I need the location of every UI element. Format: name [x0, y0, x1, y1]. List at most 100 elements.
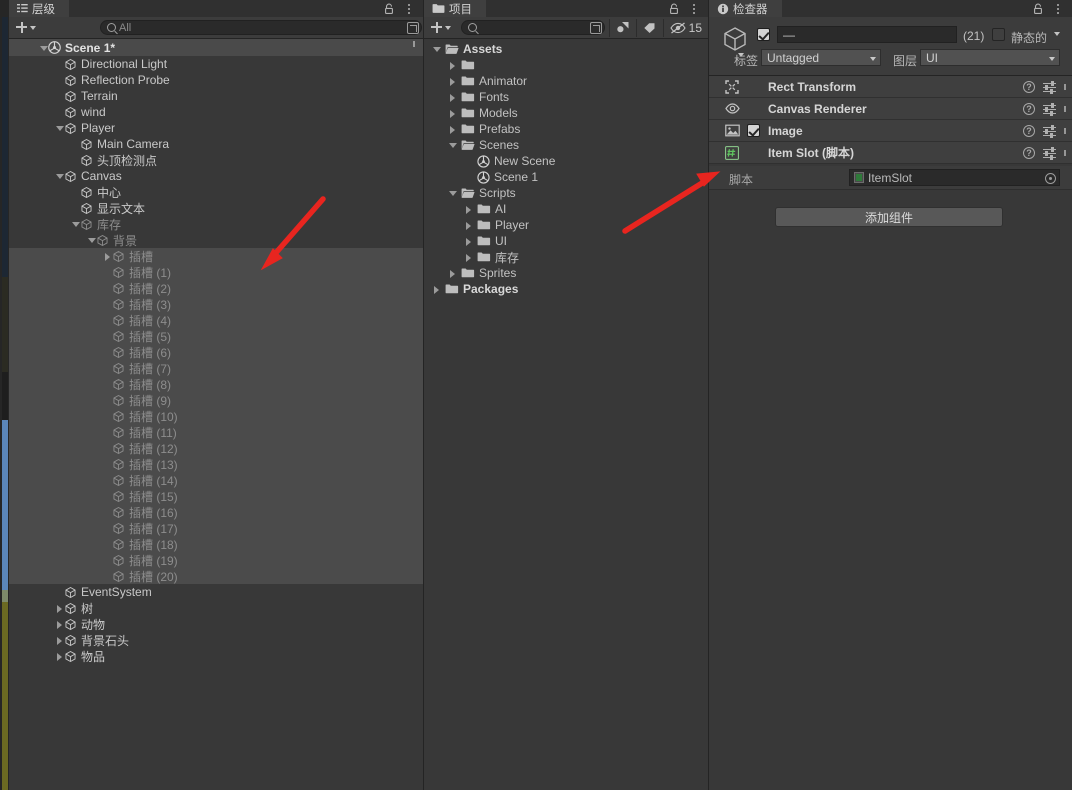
project-row[interactable]: AI	[424, 201, 708, 217]
hierarchy-row[interactable]: 插槽 (8)	[9, 376, 423, 392]
search-popout-icon[interactable]	[590, 22, 603, 34]
twisty-closed-icon[interactable]	[448, 57, 457, 73]
lock-icon[interactable]	[668, 3, 680, 15]
twisty-open-icon[interactable]	[55, 168, 64, 184]
hierarchy-row[interactable]: 插槽	[9, 248, 423, 264]
scene-view-sliver[interactable]	[0, 0, 9, 790]
add-component-button[interactable]: 添加组件	[775, 207, 1003, 227]
twisty-open-icon[interactable]	[87, 232, 96, 248]
help-icon[interactable]: ?	[1023, 80, 1035, 93]
twisty-closed-icon[interactable]	[448, 105, 457, 121]
object-picker-icon[interactable]	[1045, 173, 1056, 184]
hidden-assets-toggle[interactable]: 15	[664, 19, 708, 37]
project-row[interactable]: UI	[424, 233, 708, 249]
twisty-closed-icon[interactable]	[432, 281, 441, 297]
preset-icon[interactable]	[1043, 102, 1056, 116]
tab-hierarchy[interactable]: 层级	[9, 0, 69, 17]
hierarchy-row[interactable]: 插槽 (9)	[9, 392, 423, 408]
project-row[interactable]: Scene 1	[424, 169, 708, 185]
project-row[interactable]: Models	[424, 105, 708, 121]
project-options-icon[interactable]	[689, 2, 699, 15]
project-search-input[interactable]	[461, 20, 606, 35]
component-enabled-checkbox[interactable]	[747, 124, 760, 137]
twisty-open-icon[interactable]	[71, 216, 80, 232]
layer-dropdown[interactable]: UI	[920, 49, 1060, 66]
hierarchy-row[interactable]: 插槽 (2)	[9, 280, 423, 296]
twisty-closed-icon[interactable]	[103, 248, 112, 264]
hierarchy-row[interactable]: 显示文本	[9, 200, 423, 216]
twisty-open-icon[interactable]	[448, 137, 457, 153]
project-row[interactable]: Prefabs	[424, 121, 708, 137]
hierarchy-row[interactable]: 插槽 (3)	[9, 296, 423, 312]
project-row[interactable]: 库存	[424, 249, 708, 265]
hierarchy-row[interactable]: Canvas	[9, 168, 423, 184]
hierarchy-row[interactable]: 库存	[9, 216, 423, 232]
twisty-closed-icon[interactable]	[55, 648, 64, 664]
twisty-open-icon[interactable]	[55, 120, 64, 136]
component-options-icon[interactable]	[1064, 127, 1066, 134]
component-header-row[interactable]: Rect Transform?	[709, 76, 1072, 98]
create-asset-button[interactable]	[424, 19, 457, 37]
component-options-icon[interactable]	[1064, 149, 1066, 156]
twisty-closed-icon[interactable]	[464, 233, 473, 249]
project-row[interactable]: Sprites	[424, 265, 708, 281]
hierarchy-row[interactable]: 插槽 (6)	[9, 344, 423, 360]
inspector-options-icon[interactable]	[1053, 2, 1063, 15]
hierarchy-row[interactable]: 插槽 (18)	[9, 536, 423, 552]
hierarchy-row[interactable]: Directional Light	[9, 56, 423, 72]
hierarchy-row[interactable]: Reflection Probe	[9, 72, 423, 88]
twisty-closed-icon[interactable]	[448, 265, 457, 281]
project-row[interactable]: Scenes	[424, 137, 708, 153]
hierarchy-row[interactable]: 插槽 (4)	[9, 312, 423, 328]
hierarchy-row[interactable]: 插槽 (14)	[9, 472, 423, 488]
hierarchy-row[interactable]: 插槽 (11)	[9, 424, 423, 440]
hierarchy-scene-row[interactable]: Scene 1*	[9, 39, 423, 56]
component-options-icon[interactable]	[1064, 83, 1066, 90]
hierarchy-row[interactable]: 插槽 (13)	[9, 456, 423, 472]
twisty-closed-icon[interactable]	[448, 89, 457, 105]
hierarchy-row[interactable]: 背景	[9, 232, 423, 248]
hierarchy-row[interactable]: 插槽 (17)	[9, 520, 423, 536]
hierarchy-row[interactable]: 插槽 (19)	[9, 552, 423, 568]
twisty-closed-icon[interactable]	[55, 632, 64, 648]
tab-project[interactable]: 项目	[424, 0, 486, 17]
hierarchy-row[interactable]: EventSystem	[9, 584, 423, 600]
hierarchy-row[interactable]: Terrain	[9, 88, 423, 104]
hierarchy-row[interactable]: wind	[9, 104, 423, 120]
hierarchy-row[interactable]: 中心	[9, 184, 423, 200]
project-row[interactable]: Player	[424, 217, 708, 233]
create-object-button[interactable]	[9, 19, 42, 37]
twisty-closed-icon[interactable]	[448, 73, 457, 89]
twisty-closed-icon[interactable]	[55, 600, 64, 616]
scene-options-icon[interactable]	[413, 41, 415, 47]
asset-filter-button[interactable]	[610, 19, 636, 37]
hierarchy-row[interactable]: 插槽 (7)	[9, 360, 423, 376]
preset-icon[interactable]	[1043, 124, 1056, 138]
asset-label-button[interactable]	[637, 19, 663, 37]
project-row[interactable]: New Scene	[424, 153, 708, 169]
hierarchy-row[interactable]: Main Camera	[9, 136, 423, 152]
script-object-field[interactable]: ItemSlot	[849, 169, 1060, 186]
twisty-open-icon[interactable]	[432, 41, 441, 57]
twisty-closed-icon[interactable]	[464, 201, 473, 217]
twisty-closed-icon[interactable]	[448, 121, 457, 137]
project-row[interactable]: Assets	[424, 41, 708, 57]
gameobject-name-input[interactable]: —	[777, 26, 957, 43]
project-row[interactable]: Animator	[424, 73, 708, 89]
preset-icon[interactable]	[1043, 80, 1056, 94]
tag-dropdown[interactable]: Untagged	[761, 49, 881, 66]
twisty-closed-icon[interactable]	[464, 249, 473, 265]
project-row[interactable]: Packages	[424, 281, 708, 297]
hierarchy-row[interactable]: 插槽 (15)	[9, 488, 423, 504]
component-header-row[interactable]: Image?	[709, 120, 1072, 142]
hierarchy-row[interactable]: 插槽 (1)	[9, 264, 423, 280]
hierarchy-row[interactable]: 插槽 (5)	[9, 328, 423, 344]
scene-twisty-icon[interactable]	[39, 40, 48, 56]
hierarchy-row[interactable]: 插槽 (12)	[9, 440, 423, 456]
help-icon[interactable]: ?	[1023, 146, 1035, 159]
static-checkbox[interactable]	[992, 28, 1005, 41]
hierarchy-row[interactable]: 动物	[9, 616, 423, 632]
twisty-open-icon[interactable]	[448, 185, 457, 201]
hierarchy-search-input[interactable]: All	[100, 20, 422, 35]
hierarchy-row[interactable]: 插槽 (16)	[9, 504, 423, 520]
